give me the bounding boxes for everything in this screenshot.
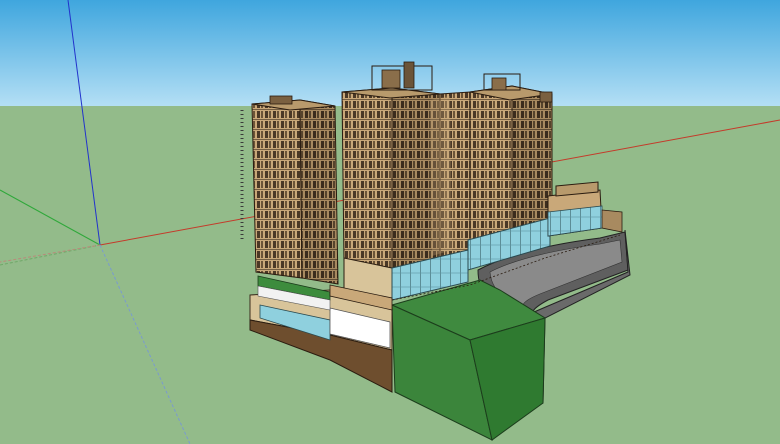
tower-middle[interactable] xyxy=(430,91,471,263)
tower-center[interactable] xyxy=(341,61,441,273)
tower-left[interactable] xyxy=(240,95,339,285)
sketchup-3d-viewport[interactable] xyxy=(0,0,780,444)
scene-canvas[interactable] xyxy=(0,0,780,444)
